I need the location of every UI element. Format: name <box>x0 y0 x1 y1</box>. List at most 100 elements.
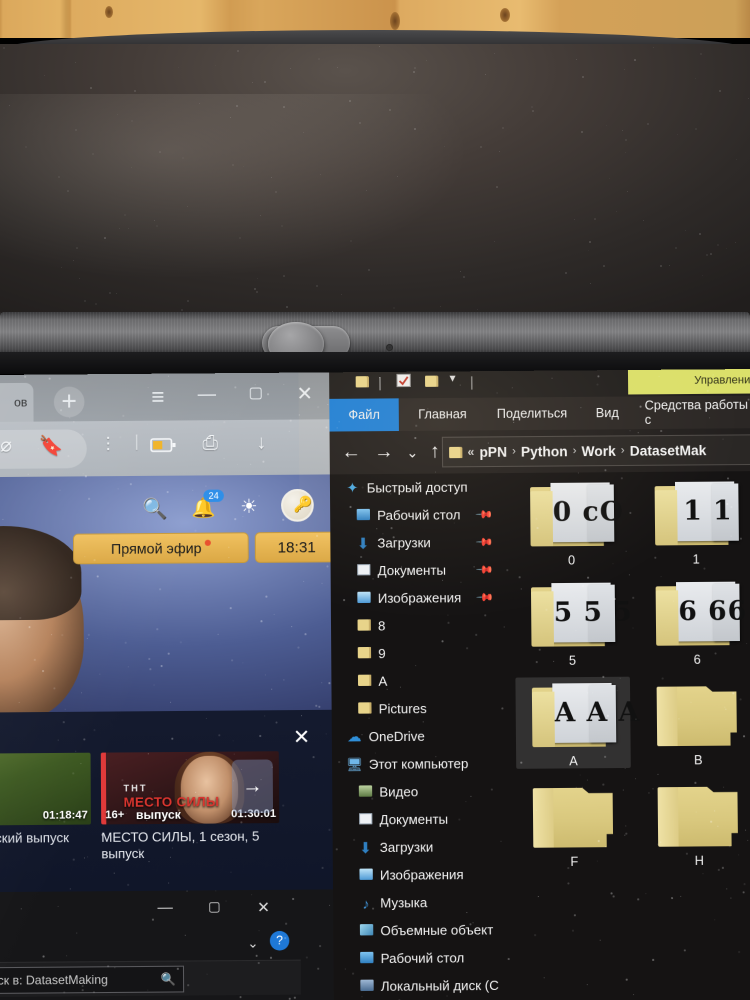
file-explorer-window: | ▼ | Управление Файл Главная Поделиться… <box>329 368 750 1000</box>
nav-item-изображения[interactable]: Изображения <box>333 860 509 889</box>
back-button[interactable]: ← <box>338 441 365 464</box>
collections-icon[interactable]: ⎙ <box>195 432 226 455</box>
nav-item-рабочий-стол[interactable]: Рабочий стол <box>333 944 509 973</box>
brightness-icon[interactable]: ☀ <box>240 495 258 519</box>
folder-name: F <box>570 854 579 870</box>
breadcrumb-segment[interactable]: Python <box>521 443 568 459</box>
document-icon <box>353 563 374 579</box>
close-button[interactable]: ✕ <box>290 383 319 407</box>
nav-item-музыка[interactable]: ♪ Музыка <box>333 888 509 917</box>
nav-item-9[interactable]: 9 <box>331 639 507 668</box>
nav-item-a[interactable]: A <box>331 666 507 695</box>
folder-item[interactable]: F <box>516 777 631 869</box>
nav-item-8[interactable]: 8 <box>331 611 507 640</box>
pin-icon[interactable]: 📌 <box>475 533 494 552</box>
next-arrow-button[interactable]: → <box>231 759 274 814</box>
folder-icon[interactable] <box>355 374 369 390</box>
breadcrumb-segment[interactable]: Work <box>581 443 615 459</box>
close-button[interactable]: ✕ <box>251 898 276 917</box>
toolbar-divider: | <box>378 373 382 391</box>
nav-item-этот-компьютер[interactable]: 🖥 Этот компьютер <box>332 749 508 778</box>
music-note-icon: ♪ <box>362 894 370 912</box>
browser-toolbar: ⌀ 🔖 ⋮ | ⎙ ↓ <box>0 419 343 478</box>
folder-name: 0 <box>567 553 576 568</box>
folder-item[interactable]: B <box>640 676 750 768</box>
contextual-ribbon-tab[interactable]: Управление <box>627 368 750 395</box>
nav-item-label: Рабочий стол <box>377 507 461 524</box>
folder-thumbnail-glyph: 5 5 5 <box>553 596 633 629</box>
tab-home[interactable]: Главная <box>409 398 476 431</box>
nav-item-документы[interactable]: Документы 📌 <box>330 556 506 585</box>
folder-icon <box>354 674 375 690</box>
folder-item[interactable]: A A A A <box>515 676 640 769</box>
nav-item-label: Музыка <box>380 894 428 911</box>
breadcrumb[interactable]: « pPN › Python › Work › DatasetMak <box>441 434 750 468</box>
nav-item-документы[interactable]: Документы <box>332 805 508 834</box>
live-badge[interactable]: Прямой эфир <box>72 532 249 565</box>
more-vertical-icon[interactable]: ⋮ <box>93 433 124 454</box>
tab-manage-tools[interactable]: Средства работы с <box>635 395 750 429</box>
tab-share[interactable]: Поделиться <box>487 397 576 430</box>
downloads-icon[interactable]: ↓ <box>246 432 277 455</box>
breadcrumb-segment[interactable]: DatasetMak <box>630 442 707 458</box>
tab-view[interactable]: Вид <box>586 397 628 430</box>
nav-item-label: A <box>378 673 388 689</box>
pin-icon[interactable]: 📌 <box>476 588 495 608</box>
desktop-icon <box>353 508 374 523</box>
new-folder-icon[interactable] <box>425 374 439 390</box>
folder-name: B <box>693 753 703 768</box>
search-input[interactable]: Поиск в: DatasetMaking 🔍 <box>0 965 185 995</box>
nav-item-label: Видео <box>379 783 419 800</box>
new-tab-button[interactable]: + <box>53 386 85 418</box>
tab-file[interactable]: Файл <box>329 398 399 432</box>
nav-item-видео[interactable]: Видео <box>332 777 508 806</box>
breadcrumb-overflow[interactable]: « <box>467 445 474 459</box>
recommendation-card[interactable]: 01:18:47 ий герой. Русский выпуск <box>0 752 91 848</box>
nav-item-рабочий-стол[interactable]: Рабочий стол 📌 <box>330 501 506 530</box>
nav-item-локальный-диск-с[interactable]: Локальный диск (С <box>334 971 510 1000</box>
folder-icon: 1 1 <box>648 475 743 549</box>
nav-item-быстрый-доступ[interactable]: ✦ Быстрый доступ <box>330 473 506 502</box>
this-pc-icon: 🖥 <box>346 756 364 772</box>
download-icon: ⬇ <box>356 534 370 553</box>
minimize-button[interactable]: — <box>192 383 221 405</box>
browser-tab-bar: ов + ≡ — ▢ ✕ <box>0 372 342 423</box>
properties-icon[interactable] <box>396 373 411 390</box>
nav-item-загрузки[interactable]: ⬇ Загрузки <box>333 833 509 862</box>
hamburger-menu-icon[interactable]: ≡ <box>144 384 173 411</box>
breadcrumb-segment[interactable]: pPN <box>479 444 507 460</box>
nav-item-изображения[interactable]: Изображения 📌 <box>331 583 507 612</box>
chevron-down-icon[interactable]: ⌄ <box>247 935 258 952</box>
nav-item-объемные-объект[interactable]: Объемные объект <box>333 916 509 945</box>
close-icon[interactable]: ✕ <box>293 724 310 750</box>
battery-icon[interactable] <box>148 436 179 459</box>
browser-tab[interactable]: ов <box>0 382 34 423</box>
no-pencil-icon[interactable]: ⌀ <box>0 434 21 458</box>
nav-item-загрузки[interactable]: ⬇ Загрузки 📌 <box>330 528 506 557</box>
search-icon[interactable]: 🔍 <box>160 972 175 987</box>
folder-item[interactable]: 5 5 5 5 <box>515 576 633 668</box>
onedrive-cloud-icon: ☁ <box>347 728 362 745</box>
video-player[interactable]: ДОМ КИНО 🔍 🔔 24 ☀ 🔑 Прямой эфир 18:31 <box>0 474 344 713</box>
webcam-lens-icon <box>386 344 393 351</box>
pin-icon[interactable]: 📌 <box>475 505 494 525</box>
folder-item[interactable]: H <box>641 776 750 868</box>
minimize-button[interactable]: — <box>153 899 178 917</box>
forward-button[interactable]: → <box>370 441 397 464</box>
video-icon <box>355 784 376 800</box>
maximize-button[interactable]: ▢ <box>202 898 227 915</box>
help-icon[interactable]: ? <box>269 930 290 951</box>
folder-item[interactable]: 0 cO 0 <box>514 476 629 568</box>
maximize-button[interactable]: ▢ <box>241 383 270 402</box>
nav-item-pictures[interactable]: Pictures <box>332 694 508 723</box>
recommendation-title: ий герой. Русский выпуск <box>0 829 70 847</box>
customize-dropdown-icon[interactable]: ▼ <box>447 373 457 384</box>
nav-item-onedrive[interactable]: ☁ OneDrive <box>332 722 508 751</box>
folder-item[interactable]: 1 1 1 <box>638 475 750 567</box>
search-icon[interactable]: 🔍 <box>142 496 168 522</box>
background-explorer-window[interactable]: DatasetMaking — ▢ ✕ ⌄ ? ⌄ ↻ Поиск в: Dat… <box>0 889 347 1000</box>
pin-icon[interactable]: 📌 <box>475 560 494 580</box>
folder-item[interactable]: 6 66 6 <box>639 575 750 667</box>
explorer-body: ✦ Быстрый доступ Рабочий стол 📌 ⬇ Загрузки 📌 До… <box>329 471 750 1000</box>
bookmark-icon[interactable]: 🔖 <box>36 434 67 459</box>
